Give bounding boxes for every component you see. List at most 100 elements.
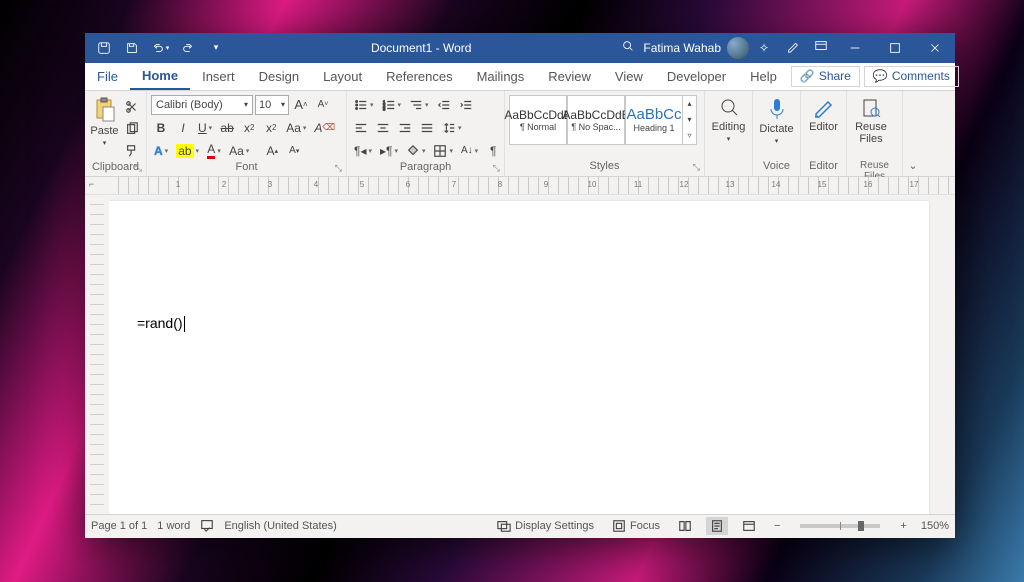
status-language[interactable]: English (United States): [224, 520, 337, 532]
save-button[interactable]: [119, 33, 145, 63]
styles-launcher[interactable]: ⤡: [693, 162, 700, 173]
ruler-horizontal[interactable]: ⌐ 123456789101112131415161718: [85, 177, 955, 195]
format-painter-button[interactable]: [122, 141, 142, 161]
bullets-button[interactable]: [351, 95, 377, 115]
tab-file[interactable]: File: [85, 63, 130, 90]
styles-row-down[interactable]: ▾: [683, 112, 696, 128]
web-layout-button[interactable]: [738, 517, 760, 535]
tab-help[interactable]: Help: [738, 63, 789, 90]
numbering-button[interactable]: 123: [379, 95, 405, 115]
paragraph-launcher[interactable]: ⤡: [493, 163, 500, 174]
share-button[interactable]: 🔗Share: [791, 66, 860, 87]
user-name: Fatima Wahab: [643, 41, 721, 55]
cut-button[interactable]: [122, 97, 142, 117]
tab-insert[interactable]: Insert: [190, 63, 247, 90]
superscript-button[interactable]: x2: [261, 118, 281, 138]
borders-button[interactable]: [430, 141, 456, 161]
text-effects-button[interactable]: A: [151, 141, 171, 161]
group-reuse: Reuse Files Reuse Files: [847, 91, 903, 176]
redo-button[interactable]: [175, 33, 201, 63]
read-mode-button[interactable]: [674, 517, 696, 535]
show-marks-button[interactable]: ¶: [483, 141, 503, 161]
status-words[interactable]: 1 word: [157, 520, 190, 532]
align-left-button[interactable]: [351, 118, 371, 138]
align-right-button[interactable]: [395, 118, 415, 138]
display-settings-button[interactable]: Display Settings: [493, 519, 598, 533]
multilevel-button[interactable]: [406, 95, 432, 115]
status-page[interactable]: Page 1 of 1: [91, 520, 147, 532]
tab-references[interactable]: References: [374, 63, 464, 90]
font-color-button[interactable]: A: [204, 141, 224, 161]
underline-button[interactable]: U: [195, 118, 215, 138]
editing-button[interactable]: Editing▾: [709, 93, 748, 143]
bold-button[interactable]: B: [151, 118, 171, 138]
line-spacing-button[interactable]: [439, 118, 465, 138]
page-scroll[interactable]: =rand(): [109, 195, 955, 514]
tab-review[interactable]: Review: [536, 63, 603, 90]
char-case-button[interactable]: Aa: [226, 141, 252, 161]
tab-mailings[interactable]: Mailings: [465, 63, 537, 90]
focus-button[interactable]: Focus: [608, 519, 664, 533]
ribbon-display-icon[interactable]: [807, 39, 835, 56]
font-size-combo[interactable]: 10▾: [255, 95, 289, 115]
editor-group-label: Editor: [809, 160, 838, 172]
inc-indent-button[interactable]: [456, 95, 476, 115]
style-normal[interactable]: AaBbCcDdE¶ Normal: [509, 95, 567, 145]
collapse-ribbon-button[interactable]: ⌄: [903, 91, 923, 176]
zoom-value[interactable]: 150%: [921, 520, 949, 532]
case-button[interactable]: Aa: [283, 118, 309, 138]
ltr-button[interactable]: ¶◂: [351, 141, 375, 161]
dec-indent-button[interactable]: [434, 95, 454, 115]
close-button[interactable]: [915, 33, 955, 63]
page[interactable]: =rand(): [109, 201, 929, 514]
style-heading1[interactable]: AaBbCcHeading 1: [625, 95, 683, 145]
pen-icon[interactable]: [779, 39, 807, 56]
italic-button[interactable]: I: [173, 118, 193, 138]
search-button[interactable]: [613, 39, 643, 56]
undo-button[interactable]: ▾: [147, 33, 173, 63]
coming-soon-icon[interactable]: ✧: [749, 41, 779, 55]
style-nospacing[interactable]: AaBbCcDdE¶ No Spac...: [567, 95, 625, 145]
editor-button[interactable]: Editor: [805, 93, 842, 133]
reuse-files-button[interactable]: Reuse Files: [851, 93, 891, 145]
grow-font-button[interactable]: A˄: [291, 95, 311, 115]
highlight-button[interactable]: ab: [173, 141, 202, 161]
tab-layout[interactable]: Layout: [311, 63, 374, 90]
tab-home[interactable]: Home: [130, 63, 190, 90]
subscript-button[interactable]: x2: [239, 118, 259, 138]
clipboard-launcher[interactable]: ⤡: [135, 163, 142, 174]
styles-row-up[interactable]: ▴: [683, 96, 696, 112]
zoom-out-button[interactable]: −: [770, 520, 784, 532]
tab-selector[interactable]: ⌐: [89, 179, 94, 189]
minimize-button[interactable]: [835, 33, 875, 63]
dictate-button[interactable]: Dictate▾: [757, 93, 796, 145]
shading-button[interactable]: [403, 141, 429, 161]
qat-customize[interactable]: ▾: [203, 33, 229, 63]
ruler-vertical[interactable]: [85, 195, 109, 514]
styles-expand[interactable]: ▿: [683, 128, 696, 144]
paste-button[interactable]: Paste ▾: [89, 93, 120, 147]
font-name-combo[interactable]: Calibri (Body)▾: [151, 95, 253, 115]
print-layout-button[interactable]: [706, 517, 728, 535]
shrink-font2[interactable]: A▾: [284, 141, 304, 161]
maximize-button[interactable]: [875, 33, 915, 63]
autosave-toggle[interactable]: [91, 33, 117, 63]
spell-check-icon[interactable]: [200, 518, 214, 535]
zoom-slider[interactable]: [800, 524, 880, 528]
justify-button[interactable]: [417, 118, 437, 138]
grow-font2[interactable]: A▴: [262, 141, 282, 161]
rtl-button[interactable]: ▸¶: [377, 141, 401, 161]
shrink-font-button[interactable]: A˅: [313, 95, 333, 115]
tab-developer[interactable]: Developer: [655, 63, 738, 90]
strike-button[interactable]: ab: [217, 118, 237, 138]
font-launcher[interactable]: ⤡: [335, 163, 342, 174]
zoom-in-button[interactable]: +: [896, 520, 910, 532]
comments-button[interactable]: 💬Comments: [864, 66, 959, 87]
sort-button[interactable]: A↓: [458, 141, 481, 161]
clear-format-button[interactable]: A⌫: [311, 118, 338, 138]
align-center-button[interactable]: [373, 118, 393, 138]
tab-design[interactable]: Design: [247, 63, 311, 90]
account-block[interactable]: Fatima Wahab: [643, 37, 749, 59]
copy-button[interactable]: [122, 119, 142, 139]
tab-view[interactable]: View: [603, 63, 655, 90]
